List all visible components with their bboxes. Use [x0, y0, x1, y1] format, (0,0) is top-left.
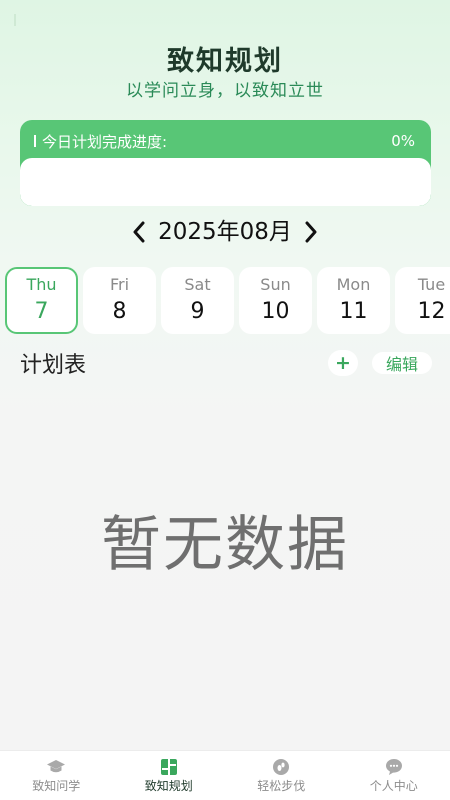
tab-label: 轻松步伐	[257, 778, 306, 793]
plan-section-header: 计划表 + 编辑	[20, 346, 432, 380]
chevron-left-icon[interactable]	[126, 217, 152, 247]
day-card-sat-9[interactable]: Sat 9	[161, 267, 234, 334]
day-weekday: Thu	[26, 274, 57, 294]
progress-label: 今日计划完成进度:	[42, 132, 168, 151]
day-weekday: Mon	[336, 274, 371, 294]
day-weekday: Sat	[184, 274, 211, 294]
day-card-thu-7[interactable]: Thu 7	[5, 267, 78, 334]
tab-label: 个人中心	[369, 778, 418, 793]
day-number: 12	[417, 298, 446, 324]
week-day-strip: Thu 7 Fri 8 Sat 9 Sun 10 Mon 11 Tue 12	[5, 267, 450, 335]
empty-state-text: 暂无数据	[101, 510, 349, 580]
day-number: 8	[112, 298, 127, 324]
bottom-tab-bar: 致知问学 致知规划 轻松步伐 个人中心	[0, 750, 450, 800]
day-card-mon-11[interactable]: Mon 11	[317, 267, 390, 334]
footsteps-icon	[271, 758, 291, 776]
month-navigator: 2025年08月	[0, 214, 450, 250]
progress-label-wrap: 今日计划完成进度:	[34, 131, 167, 152]
day-number: 10	[261, 298, 290, 324]
day-card-sun-10[interactable]: Sun 10	[239, 267, 312, 334]
plan-title: 计划表	[20, 353, 87, 378]
day-card-fri-8[interactable]: Fri 8	[83, 267, 156, 334]
day-weekday: Sun	[260, 274, 291, 294]
edit-plan-button[interactable]: 编辑	[371, 352, 432, 374]
page-slogan: 以学问立身，以致知立世	[126, 81, 324, 101]
tab-label: 致知问学	[32, 778, 81, 793]
plan-actions: + 编辑	[327, 350, 432, 376]
tab-profile[interactable]: 个人中心	[338, 751, 450, 800]
progress-bar-track	[20, 158, 431, 206]
tab-steps[interactable]: 轻松步伐	[225, 751, 338, 800]
book-plan-icon	[159, 758, 179, 776]
graduation-cap-icon	[46, 758, 66, 776]
day-weekday: Fri	[109, 274, 130, 294]
status-bar-indicator	[14, 14, 16, 26]
day-number: 7	[34, 298, 49, 324]
day-number: 11	[339, 298, 368, 324]
page-title: 致知规划	[167, 46, 283, 77]
add-plan-button[interactable]: +	[327, 350, 358, 376]
chat-bubble-icon	[384, 758, 404, 776]
progress-label-marker	[34, 135, 36, 147]
progress-header: 今日计划完成进度: 0%	[20, 120, 431, 162]
day-weekday: Tue	[417, 274, 446, 294]
chevron-right-icon[interactable]	[298, 217, 324, 247]
daily-progress-card: 今日计划完成进度: 0%	[20, 120, 431, 206]
tab-label: 致知规划	[144, 778, 193, 793]
day-card-tue-12[interactable]: Tue 12	[395, 267, 450, 334]
page-header: 致知规划 以学问立身，以致知立世	[0, 44, 450, 102]
day-number: 9	[190, 298, 205, 324]
month-label: 2025年08月	[158, 219, 292, 245]
progress-percent: 0%	[391, 132, 415, 150]
tab-plan[interactable]: 致知规划	[113, 751, 226, 800]
tab-study[interactable]: 致知问学	[0, 751, 113, 800]
